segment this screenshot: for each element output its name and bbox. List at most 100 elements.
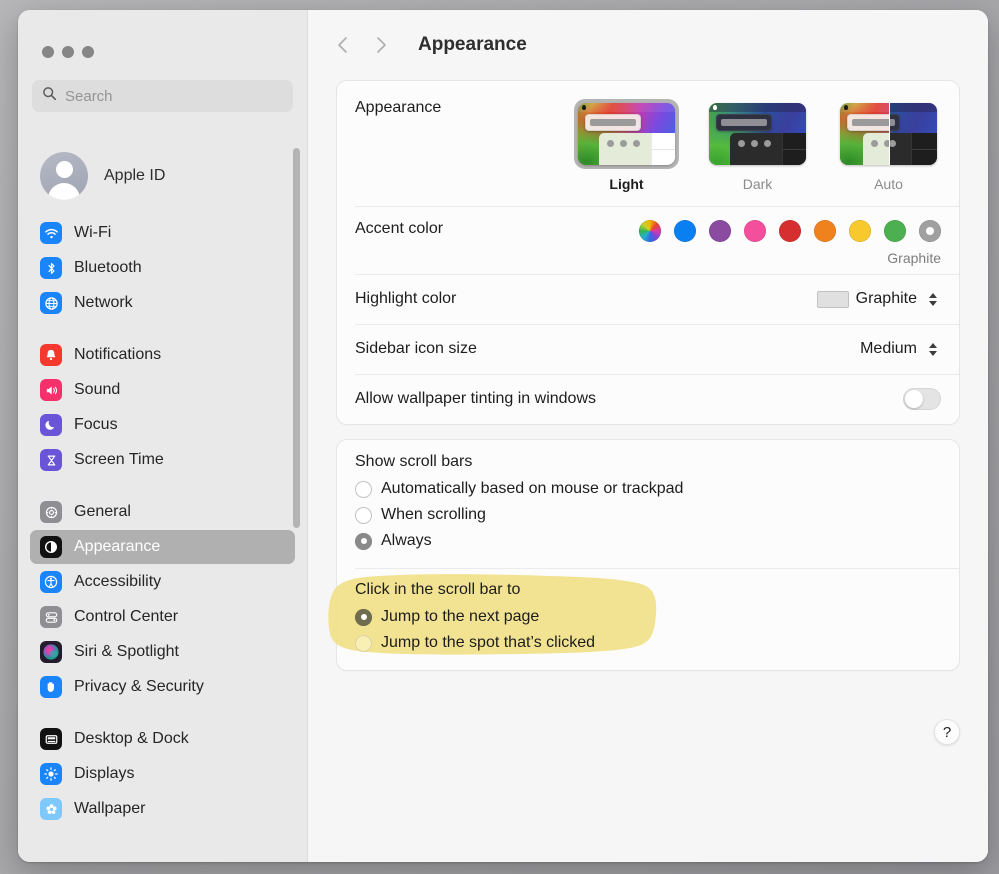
wallpaper-tinting-row: Allow wallpaper tinting in windows — [337, 374, 959, 424]
accent-color-label: Accent color — [355, 220, 444, 237]
sidebar-item-notifications[interactable]: Notifications — [30, 338, 295, 372]
appearance-mode-auto[interactable]: Auto — [836, 99, 941, 192]
sidebar-item-apple-id[interactable]: Apple ID — [18, 140, 307, 206]
radio-label: Automatically based on mouse or trackpad — [381, 480, 684, 497]
sidebar-item-label: Notifications — [74, 346, 162, 363]
sidebar-item-wallpaper[interactable]: Wallpaper — [30, 792, 295, 826]
accent-swatches — [639, 220, 941, 242]
radio-button[interactable] — [355, 480, 372, 498]
radio-option-jump-to-spot[interactable]: Jump to the spot that’s clicked — [355, 630, 941, 656]
sidebar-item-label: Displays — [74, 765, 135, 782]
radio-option-always[interactable]: Always — [355, 528, 941, 554]
back-button[interactable] — [326, 28, 360, 62]
sidebar-item-label: Focus — [74, 416, 118, 433]
help-area: ? — [308, 685, 988, 745]
radio-option-when-scrolling[interactable]: When scrolling — [355, 502, 941, 528]
appearance-mode-options: Light Dark Auto — [574, 99, 941, 192]
radio-option-jump-next-page[interactable]: Jump to the next page — [355, 604, 941, 630]
accent-swatch-multicolor[interactable] — [639, 220, 661, 242]
sidebar-item-displays[interactable]: Displays — [30, 757, 295, 791]
appearance-mode-dark[interactable]: Dark — [705, 99, 810, 192]
sidebar-item-label: Desktop & Dock — [74, 730, 189, 747]
chevron-right-icon — [377, 37, 386, 53]
highlight-color-swatch — [816, 290, 849, 308]
sidebar-item-network[interactable]: Network — [30, 286, 295, 320]
forward-button[interactable] — [364, 28, 398, 62]
radio-button[interactable] — [355, 634, 372, 652]
sidebar-item-appearance[interactable]: Appearance — [30, 530, 295, 564]
wallpaper-icon — [40, 798, 62, 820]
search-field[interactable] — [32, 80, 293, 112]
show-scroll-bars-title: Show scroll bars — [355, 453, 473, 470]
radio-button[interactable] — [355, 608, 372, 626]
sidebar-item-general[interactable]: General — [30, 495, 295, 529]
sidebar-scroll-area: Apple ID Wi-Fi Bluetooth Network Notific… — [18, 140, 307, 862]
sidebar-item-wi-fi[interactable]: Wi-Fi — [30, 216, 295, 250]
radio-label: Jump to the next page — [381, 608, 540, 625]
radio-button[interactable] — [355, 506, 372, 524]
accent-swatch-red[interactable] — [779, 220, 801, 242]
chevron-left-icon — [338, 37, 347, 53]
accent-swatch-yellow[interactable] — [849, 220, 871, 242]
search-input[interactable] — [65, 87, 283, 105]
chevron-updown-icon[interactable] — [924, 287, 941, 311]
sidebar-item-control-center[interactable]: Control Center — [30, 600, 295, 634]
sidebar-icon-size-popup[interactable]: Medium — [860, 337, 941, 361]
globe-icon — [40, 292, 62, 314]
appearance-mode-row: Appearance Light Dark Auto — [337, 81, 959, 206]
hand-raised-icon — [40, 676, 62, 698]
mode-thumbnail-ring — [705, 99, 810, 169]
highlight-color-popup[interactable]: Graphite — [816, 287, 941, 311]
wifi-icon — [40, 222, 62, 244]
appearance-label: Appearance — [355, 99, 442, 116]
chevron-updown-icon[interactable] — [924, 337, 941, 361]
accent-swatch-purple[interactable] — [709, 220, 731, 242]
accent-swatch-pink[interactable] — [744, 220, 766, 242]
siri-icon — [40, 641, 62, 663]
wallpaper-tinting-label: Allow wallpaper tinting in windows — [355, 390, 597, 407]
accent-color-picker: Graphite — [639, 220, 941, 266]
sidebar-item-label: Bluetooth — [74, 259, 142, 276]
radio-button[interactable] — [355, 532, 372, 550]
scroll-bars-card: Show scroll bars Automatically based on … — [328, 439, 960, 671]
appearance-settings-card: Appearance Light Dark Auto Accent color … — [336, 80, 960, 425]
accent-swatch-graphite[interactable] — [919, 220, 941, 242]
accent-selected-name: Graphite — [887, 250, 941, 266]
sidebar: Apple ID Wi-Fi Bluetooth — [18, 10, 308, 862]
accent-swatch-orange[interactable] — [814, 220, 836, 242]
sidebar-item-siri-spotlight[interactable]: Siri & Spotlight — [30, 635, 295, 669]
accessibility-icon — [40, 571, 62, 593]
sidebar-item-desktop-dock[interactable]: Desktop & Dock — [30, 722, 295, 756]
radio-option-automatically[interactable]: Automatically based on mouse or trackpad — [355, 476, 941, 502]
radio-label: When scrolling — [381, 506, 486, 523]
accent-swatch-blue[interactable] — [674, 220, 696, 242]
appearance-mode-light[interactable]: Light — [574, 99, 679, 192]
click-in-scroll-bar-title: Click in the scroll bar to — [355, 581, 521, 598]
mode-thumbnail-ring — [836, 99, 941, 169]
highlight-color-label: Highlight color — [355, 290, 457, 307]
highlight-color-row: Highlight color Graphite — [337, 274, 959, 324]
sidebar-item-focus[interactable]: Focus — [30, 408, 295, 442]
wallpaper-tinting-toggle[interactable] — [903, 388, 941, 410]
radio-label: Jump to the spot that’s clicked — [381, 634, 596, 651]
sidebar-scrollbar[interactable] — [293, 148, 300, 528]
sidebar-item-screen-time[interactable]: Screen Time — [30, 443, 295, 477]
sidebar-item-privacy-security[interactable]: Privacy & Security — [30, 670, 295, 704]
zoom-button[interactable] — [82, 46, 94, 58]
gear-icon — [40, 501, 62, 523]
accent-swatch-green[interactable] — [884, 220, 906, 242]
bluetooth-icon — [40, 257, 62, 279]
hourglass-icon — [40, 449, 62, 471]
sidebar-item-label: Accessibility — [74, 573, 162, 590]
sidebar-item-bluetooth[interactable]: Bluetooth — [30, 251, 295, 285]
sidebar-icon-size-label: Sidebar icon size — [355, 340, 477, 357]
toolbar: Appearance — [308, 10, 988, 80]
sidebar-item-sound[interactable]: Sound — [30, 373, 295, 407]
close-button[interactable] — [42, 46, 54, 58]
sidebar-item-label: Wi-Fi — [74, 224, 112, 241]
appearance-contrast-icon — [40, 536, 62, 558]
system-settings-window: Apple ID Wi-Fi Bluetooth — [18, 10, 988, 862]
help-button[interactable]: ? — [934, 719, 960, 745]
minimize-button[interactable] — [62, 46, 74, 58]
sidebar-item-accessibility[interactable]: Accessibility — [30, 565, 295, 599]
